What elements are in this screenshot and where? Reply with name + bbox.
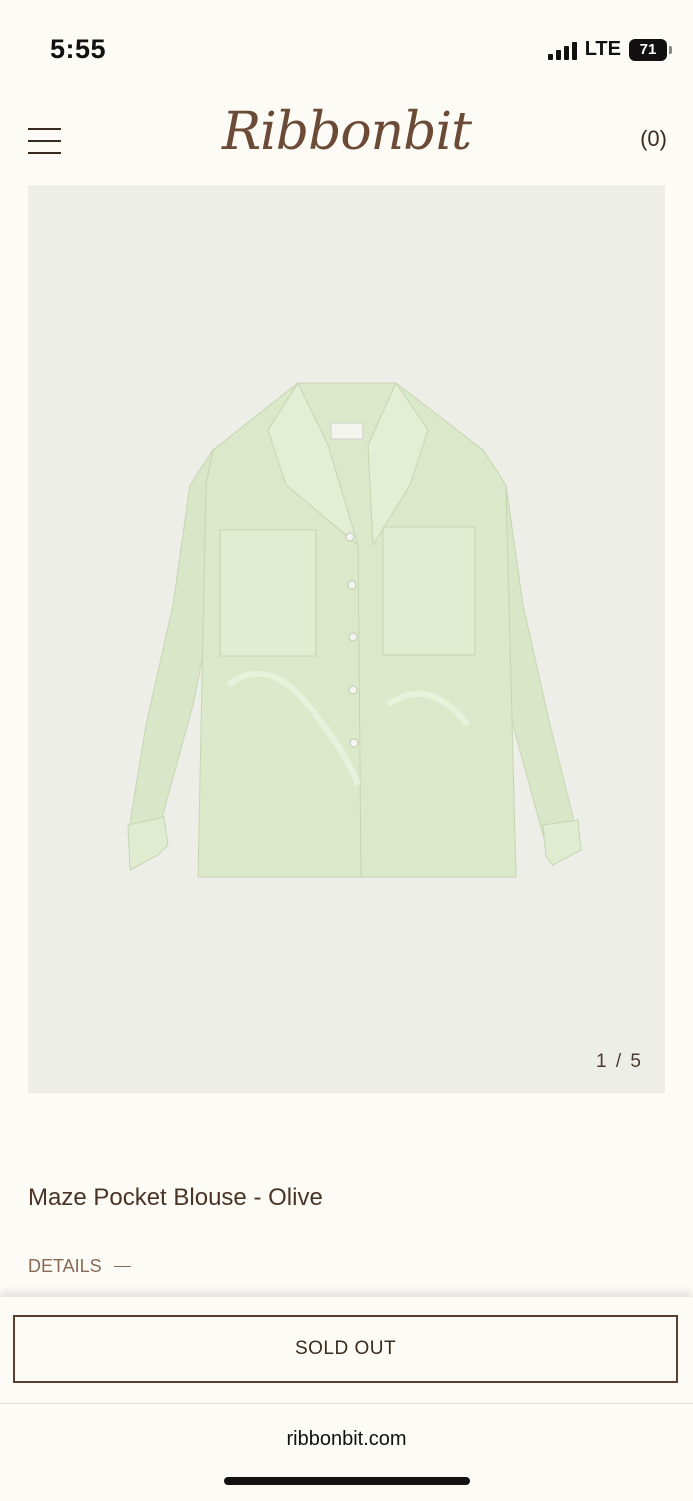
browser-address-bar: ribbonbit.com <box>0 1403 693 1501</box>
button <box>345 532 355 542</box>
button <box>349 738 359 748</box>
site-header: Ribbonbit (0) <box>0 100 693 184</box>
status-time: 5:55 <box>50 34 107 64</box>
signal-icon <box>547 40 577 60</box>
cart-button[interactable]: (0) <box>640 126 667 152</box>
status-bar: 5:55 LTE 71 <box>0 0 693 100</box>
left-pocket <box>219 529 317 657</box>
bottom-action-bar: SOLD OUT ribbonbit.com <box>0 1297 693 1500</box>
neck-label <box>330 422 364 440</box>
product-image <box>127 381 582 878</box>
product-title: Maze Pocket Blouse - Olive <box>28 1184 323 1211</box>
details-toggle[interactable]: DETAILS <box>28 1256 131 1277</box>
url-text[interactable]: ribbonbit.com <box>0 1428 693 1451</box>
right-pocket <box>382 526 476 656</box>
left-cuff <box>127 816 169 871</box>
gallery-counter: 1 / 5 <box>596 1051 643 1072</box>
battery-level: 71 <box>639 41 657 58</box>
button <box>348 632 358 642</box>
collapse-icon <box>113 1266 131 1267</box>
product-image-gallery[interactable]: 1 / 5 <box>28 185 665 1093</box>
network-label: LTE <box>584 38 621 60</box>
home-indicator[interactable] <box>224 1477 470 1485</box>
status-indicators: LTE 71 <box>547 38 672 61</box>
right-cuff <box>542 819 582 866</box>
sold-out-button[interactable]: SOLD OUT <box>13 1315 678 1383</box>
button <box>348 685 358 695</box>
brand-logo[interactable]: Ribbonbit <box>0 102 693 162</box>
battery-icon: 71 <box>629 38 672 61</box>
button <box>347 580 357 590</box>
details-label: DETAILS <box>28 1256 102 1276</box>
